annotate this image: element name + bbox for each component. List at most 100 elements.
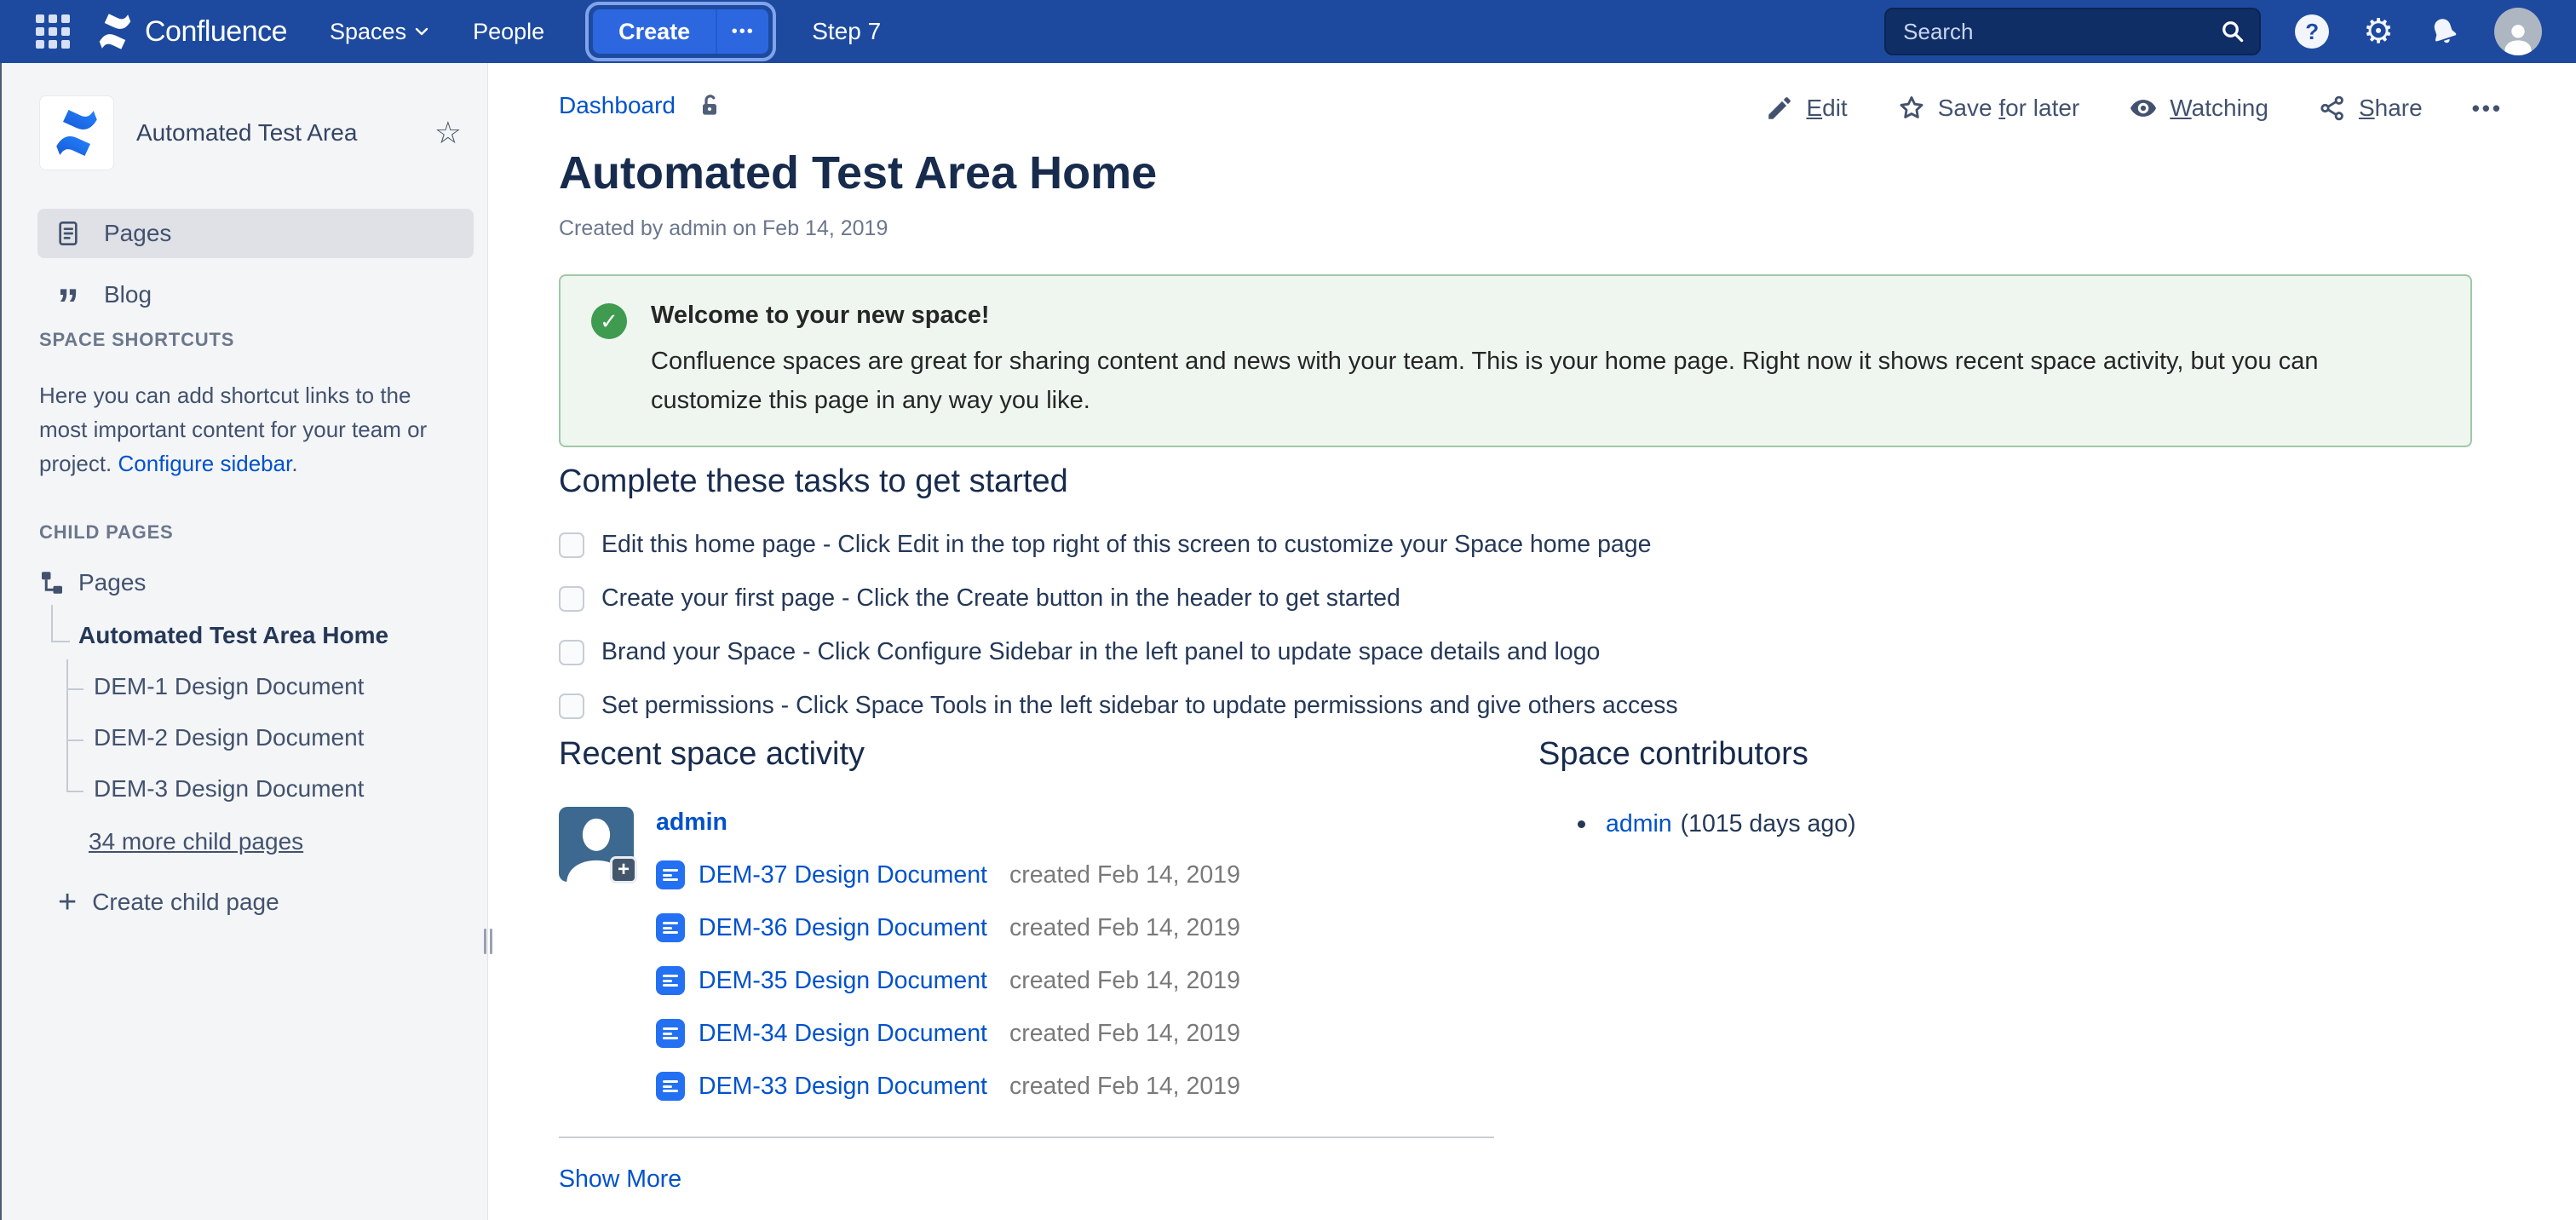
admin-avatar[interactable]: + — [559, 807, 634, 882]
welcome-banner: ✓ Welcome to your new space! Confluence … — [559, 274, 2472, 447]
document-icon — [656, 913, 685, 942]
tasks-heading: Complete these tasks to get started — [559, 463, 1678, 500]
more-actions-button[interactable]: ••• — [2472, 95, 2503, 122]
sidebar-resize-handle[interactable] — [484, 929, 494, 954]
window-edge — [0, 63, 2, 1220]
task-checkbox[interactable] — [559, 586, 584, 612]
sidebar-item-label: Pages — [104, 220, 171, 247]
search-input[interactable] — [1903, 19, 2220, 45]
unlocked-icon[interactable] — [696, 92, 723, 119]
nav-spaces-menu[interactable]: Spaces — [330, 19, 428, 45]
activity-page-link[interactable]: DEM-35 Design Document — [699, 967, 987, 995]
bell-icon — [2424, 11, 2464, 52]
activity-page-link[interactable]: DEM-36 Design Document — [699, 914, 987, 942]
save-for-later-button[interactable]: Save for later — [1897, 94, 2080, 123]
activity-user-link[interactable]: admin — [656, 809, 727, 836]
help-icon: ? — [2295, 14, 2329, 49]
edit-button[interactable]: Edit — [1765, 94, 1847, 123]
top-nav-menu: Spaces People — [330, 19, 544, 45]
create-child-page-button[interactable]: + Create child page — [58, 886, 279, 918]
tree-item-home[interactable]: Automated Test Area Home — [78, 622, 388, 649]
add-user-badge-icon: + — [610, 856, 637, 883]
tree-connector — [66, 688, 83, 690]
task-checkbox[interactable] — [559, 693, 584, 719]
activity-row: DEM-37 Design Document created Feb 14, 2… — [656, 860, 1240, 889]
breadcrumb: Dashboard — [559, 92, 723, 119]
sidebar-item-pages[interactable]: Pages — [37, 209, 474, 258]
recent-activity-section: Recent space activity + admin DE — [559, 736, 1564, 1194]
document-icon — [656, 1019, 685, 1048]
page-actions: Edit Save for later Watching — [1765, 94, 2503, 123]
user-avatar-button[interactable] — [2494, 8, 2542, 55]
space-sidebar: Automated Test Area ☆ Pages ” Blog SPACE… — [0, 63, 488, 1220]
document-icon — [656, 860, 685, 889]
tree-item-dem3[interactable]: DEM-3 Design Document — [94, 775, 364, 803]
space-logo[interactable] — [39, 95, 114, 170]
gear-icon: ⚙ — [2363, 14, 2394, 49]
task-row: Brand your Space - Click Configure Sideb… — [559, 638, 1678, 666]
contributors-section: Space contributors admin (1015 days ago) — [1538, 736, 1856, 838]
space-shortcuts-heading: SPACE SHORTCUTS — [39, 329, 234, 351]
confluence-home-link[interactable]: Confluence — [95, 12, 287, 51]
task-row: Set permissions - Click Space Tools in t… — [559, 692, 1678, 720]
settings-button[interactable]: ⚙ — [2363, 14, 2394, 49]
show-more-link[interactable]: Show More — [559, 1165, 681, 1194]
divider — [559, 1137, 1494, 1138]
top-navigation-bar: Confluence Spaces People Create ••• Step… — [0, 0, 2576, 63]
watching-button[interactable]: Watching — [2129, 94, 2268, 123]
plus-icon: + — [58, 886, 77, 918]
configure-sidebar-link[interactable]: Configure sidebar — [118, 451, 292, 476]
space-name[interactable]: Automated Test Area — [136, 119, 434, 147]
task-row: Edit this home page - Click Edit in the … — [559, 531, 1678, 559]
task-checkbox[interactable] — [559, 532, 584, 558]
search-box[interactable] — [1884, 8, 2261, 55]
contributor-link[interactable]: admin — [1606, 810, 1672, 838]
share-icon — [2318, 94, 2347, 123]
sidebar-item-label: Blog — [104, 281, 152, 308]
page-icon — [55, 220, 82, 247]
tree-connector — [51, 605, 53, 642]
breadcrumb-dashboard-link[interactable]: Dashboard — [559, 92, 676, 119]
activity-page-link[interactable]: DEM-34 Design Document — [699, 1020, 987, 1048]
confluence-logo-icon — [95, 12, 135, 51]
create-button-highlight-ring: Create ••• — [585, 2, 776, 61]
help-button[interactable]: ? — [2295, 14, 2329, 49]
confluence-app: Confluence Spaces People Create ••• Step… — [0, 0, 2576, 1220]
tasks-section: Complete these tasks to get started Edit… — [559, 463, 1678, 720]
task-row: Create your first page - Click the Creat… — [559, 584, 1678, 613]
tree-connector — [66, 739, 83, 741]
nav-people-link[interactable]: People — [473, 19, 544, 45]
activity-page-link[interactable]: DEM-37 Design Document — [699, 861, 987, 889]
star-icon — [1897, 94, 1926, 123]
task-checkbox[interactable] — [559, 640, 584, 665]
share-button[interactable]: Share — [2318, 94, 2423, 123]
tree-root-pages[interactable]: Pages — [39, 569, 146, 596]
notifications-button[interactable] — [2428, 15, 2460, 48]
chevron-down-icon — [415, 27, 428, 36]
tree-connector — [66, 659, 68, 791]
activity-row: DEM-34 Design Document created Feb 14, 2… — [656, 1019, 1240, 1048]
person-icon — [2499, 18, 2537, 55]
activity-row: DEM-35 Design Document created Feb 14, 2… — [656, 966, 1240, 995]
page-byline: Created by admin on Feb 14, 2019 — [559, 216, 888, 241]
page-content: Dashboard Edit Save for later — [489, 63, 2576, 1220]
contributor-row: admin (1015 days ago) — [1538, 810, 1856, 838]
app-switcher-icon[interactable] — [34, 13, 72, 50]
create-more-button[interactable]: ••• — [716, 9, 768, 54]
sidebar-item-blog[interactable]: ” Blog — [37, 270, 474, 319]
bullet-icon — [1578, 820, 1585, 828]
pencil-icon — [1765, 94, 1794, 123]
tree-item-dem2[interactable]: DEM-2 Design Document — [94, 724, 364, 751]
activity-page-link[interactable]: DEM-33 Design Document — [699, 1073, 987, 1101]
banner-body: Confluence spaces are great for sharing … — [651, 342, 2436, 420]
success-check-icon: ✓ — [591, 303, 627, 339]
favorite-star-icon[interactable]: ☆ — [434, 116, 462, 151]
blog-quote-icon: ” — [55, 296, 82, 314]
tree-item-dem1[interactable]: DEM-1 Design Document — [94, 673, 364, 700]
confluence-space-icon — [51, 107, 102, 158]
brand-wordmark: Confluence — [145, 15, 287, 49]
search-icon[interactable] — [2220, 19, 2245, 44]
create-button[interactable]: Create — [593, 9, 716, 54]
more-child-pages-link[interactable]: 34 more child pages — [89, 828, 303, 855]
document-icon — [656, 966, 685, 995]
